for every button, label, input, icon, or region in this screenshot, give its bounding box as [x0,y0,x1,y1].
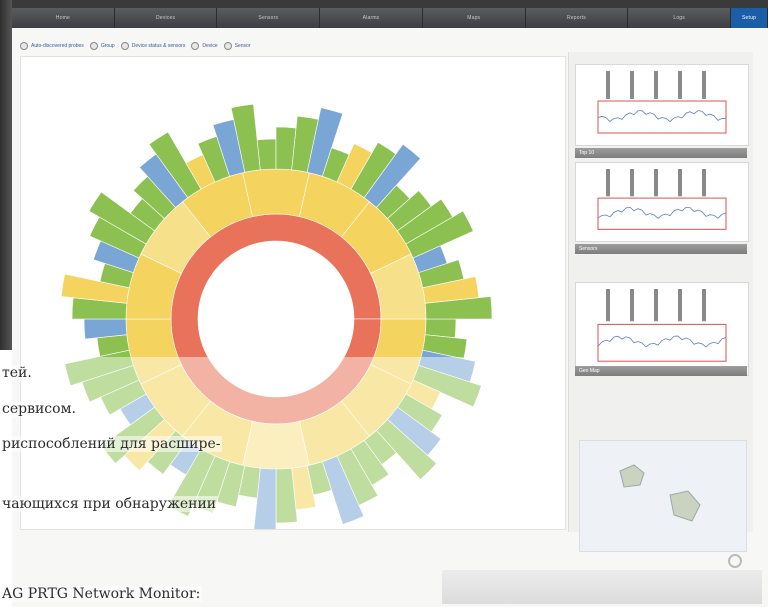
sunburst-chart[interactable] [21,57,565,536]
prtg-screen: Home Devices Sensors Alarms Maps Reports… [12,8,768,607]
menu-item-setup[interactable]: Setup [731,8,768,28]
mini-graph-bar [654,169,658,197]
page-text-line-2: сервисом. [0,401,78,417]
mini-graph-3 [597,289,727,362]
page-text-line-1: тей. [0,365,34,381]
map-shapes [619,464,701,522]
mini-graph-bar [606,71,610,99]
radio-icon [223,42,232,50]
sensor-graph-2[interactable] [575,162,749,242]
radio-icon [191,42,200,50]
loading-icon [728,554,742,568]
mini-graph-2 [597,169,727,230]
menu-item-devices[interactable]: Devices [115,8,218,28]
sensor-graph-3[interactable] [575,282,749,376]
filter-group[interactable]: Group [89,42,115,50]
sunburst-panel [20,56,566,536]
filter-sensor[interactable]: Sensor [223,42,251,50]
mini-graph-line [597,110,727,123]
page-text-line-5: AG PRTG Network Monitor: [0,586,203,602]
mini-graph-bar [702,289,706,322]
mini-graph-bar [678,169,682,197]
mini-graph-frame [597,100,727,134]
filter-device[interactable]: Device [191,42,218,50]
top-sensors-graph[interactable] [575,64,749,146]
mini-graph-frame [597,323,727,362]
mini-graph-line [597,335,727,348]
sidebar-header-2: Sensors [575,244,747,254]
menu-item-maps[interactable]: Maps [423,8,526,28]
monitor-frame-left [0,0,12,350]
sunburst-sensor-segment[interactable] [256,138,277,171]
right-sidebar: Top 10 Sensors Up Warning Down Paused / … [568,52,753,552]
radio-icon [120,42,129,50]
radio-icon [20,42,28,50]
menu-item-home[interactable]: Home [12,8,115,28]
menu-item-alarms[interactable]: Alarms [320,8,423,28]
sidebar-header-3: Geo Map [575,366,747,376]
mini-graph-bar [678,289,682,322]
mini-graph-bar [654,289,658,322]
sidebar-header-1: Top 10 [575,148,747,158]
mini-graph-bar [630,169,634,197]
main-menu: Home Devices Sensors Alarms Maps Reports… [12,8,768,28]
filter-probes[interactable]: Auto-discovered probes [20,42,84,50]
sunburst-group-segment[interactable] [242,168,310,217]
menu-item-reports[interactable]: Reports [526,8,629,28]
mini-graph-bar [606,289,610,322]
mini-graph-bar [630,289,634,322]
sunburst-filter-bar: Auto-discovered probes Group Device stat… [20,40,251,52]
mini-graph-bar [678,71,682,99]
mini-graph-bar [702,71,706,99]
mini-graph-bar [702,169,706,197]
mini-graph-bar [606,169,610,197]
filter-device-status[interactable]: Device status & sensors [120,42,185,50]
page-text-line-4: чающихся при обнаружении [0,496,219,512]
mini-graph-1 [597,71,727,134]
mini-graph-line [597,206,727,219]
footer-bar [442,570,762,604]
radio-icon [89,42,98,50]
menu-item-sensors[interactable]: Sensors [217,8,321,28]
mini-graph-bar [630,71,634,99]
geo-map[interactable] [579,440,747,552]
page-text-line-3: риспособлений для расшире- [0,436,223,452]
mini-graph-bar [654,71,658,99]
menu-item-logs[interactable]: Logs [628,8,732,28]
mini-graph-frame [597,197,727,230]
